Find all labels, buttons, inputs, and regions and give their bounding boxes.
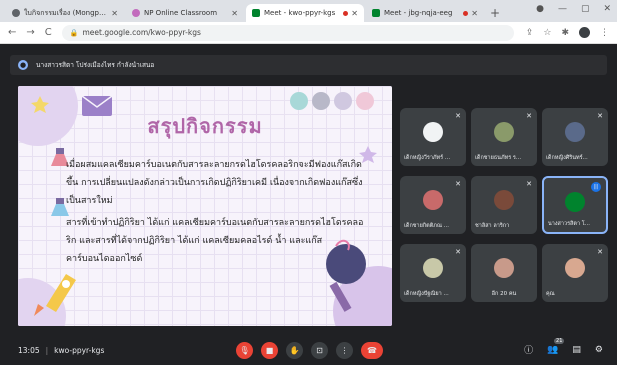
close-window-icon[interactable]: ✕ bbox=[603, 4, 611, 14]
browser-tab[interactable]: Meet - jbg-nqja-eeg ✕ bbox=[366, 4, 484, 22]
profile-avatar[interactable] bbox=[579, 27, 590, 38]
address-bar-row: ← → C 🔒 meet.google.com/kwo-ppyr-kgs ⇪ ☆… bbox=[0, 22, 617, 44]
browser-tab-active[interactable]: Meet - kwo-ppyr-kgs ✕ bbox=[246, 4, 364, 22]
mic-muted-icon: ✕ bbox=[455, 112, 461, 120]
slide-paragraph: เมื่อผสมแคลเซียมคาร์บอเนตกับสารละลายกรดไ… bbox=[66, 160, 363, 206]
menu-kebab-icon[interactable]: ⋮ bbox=[600, 28, 609, 38]
share-icon[interactable]: ⇪ bbox=[526, 28, 534, 38]
color-dots bbox=[290, 92, 374, 110]
close-tab-icon[interactable]: ✕ bbox=[471, 9, 478, 18]
leave-call-button[interactable]: ☎ bbox=[361, 342, 383, 359]
avatar bbox=[494, 122, 514, 142]
meeting-controls-bar: 13:05 | kwo-ppyr-kgs 🎙 ■ ✋ ⊡ ⋮ ☎ ⓘ 👥 21 ▤… bbox=[0, 336, 617, 365]
participant-tile-speaking[interactable]: ||| นางสาวรสิตา โ... bbox=[542, 176, 608, 234]
meeting-details-icon[interactable]: ⓘ bbox=[524, 343, 533, 356]
presented-slide: สรุปกิจกรรม เมื่อผสมแคลเซียมคาร์บอเนตกับ… bbox=[18, 86, 392, 326]
avatar bbox=[494, 258, 514, 278]
present-screen-button[interactable]: ⊡ bbox=[311, 342, 328, 359]
browser-tab[interactable]: ใบกิจกรรมเรื่อง (Mongpai School) ✕ bbox=[6, 4, 124, 22]
slide-title: สรุปกิจกรรม bbox=[147, 114, 263, 138]
more-options-button[interactable]: ⋮ bbox=[336, 342, 353, 359]
dot-decoration bbox=[356, 92, 374, 110]
toolbar-icons: ⇪ ☆ ✱ ⋮ bbox=[526, 27, 609, 38]
audio-level-icon: ||| bbox=[591, 182, 601, 192]
url-field[interactable]: 🔒 meet.google.com/kwo-ppyr-kgs bbox=[61, 24, 514, 41]
avatar bbox=[494, 190, 514, 210]
mic-muted-icon: ✕ bbox=[526, 112, 532, 120]
close-tab-icon[interactable]: ✕ bbox=[351, 9, 358, 18]
recording-icon bbox=[463, 10, 469, 16]
browser-tab[interactable]: NP Online Classroom ✕ bbox=[126, 4, 244, 22]
window-controls: ● — ▢ ✕ bbox=[536, 4, 611, 14]
others-tile[interactable]: อีก 20 คน bbox=[471, 244, 537, 302]
browser-tab-strip: ใบกิจกรรมเรื่อง (Mongpai School) ✕ NP On… bbox=[0, 0, 617, 22]
avatar bbox=[565, 122, 585, 142]
dot-decoration bbox=[334, 92, 352, 110]
person-icon: ● bbox=[18, 60, 28, 70]
avatar bbox=[423, 258, 443, 278]
avatar bbox=[565, 258, 585, 278]
dot-decoration bbox=[290, 92, 308, 110]
close-tab-icon[interactable]: ✕ bbox=[231, 9, 238, 18]
camera-off-button[interactable]: ■ bbox=[261, 342, 278, 359]
dot-decoration bbox=[312, 92, 330, 110]
meet-favicon-icon bbox=[372, 9, 380, 17]
slide-paragraph: สารที่เข้าทำปฏิกิริยา ได้แก่ แคลเซียมคาร… bbox=[66, 218, 364, 264]
chat-icon[interactable]: ▤ bbox=[572, 345, 581, 355]
maximize-icon[interactable]: ▢ bbox=[581, 4, 590, 14]
call-controls: 🎙 ■ ✋ ⊡ ⋮ ☎ bbox=[236, 342, 383, 359]
extensions-icon[interactable]: ✱ bbox=[561, 28, 569, 38]
minimize-icon[interactable]: — bbox=[558, 4, 567, 14]
participant-tile[interactable]: ✕ เด็กชายธนภัทร ร... bbox=[471, 108, 537, 166]
mic-off-button[interactable]: 🎙 bbox=[236, 342, 253, 359]
avatar bbox=[423, 190, 443, 210]
participant-tile[interactable]: ✕ ชาลิสา ลาริกา bbox=[471, 176, 537, 234]
back-icon[interactable]: ← bbox=[8, 27, 16, 38]
tab-search-icon[interactable]: ● bbox=[536, 4, 544, 14]
self-tile[interactable]: ✕ คุณ bbox=[542, 244, 608, 302]
slide-body: เมื่อผสมแคลเซียมคาร์บอเนตกับสารละลายกรดไ… bbox=[66, 156, 368, 272]
mic-muted-icon: ✕ bbox=[526, 180, 532, 188]
raise-hand-button[interactable]: ✋ bbox=[286, 342, 303, 359]
meeting-time: 13:05 bbox=[18, 346, 40, 355]
close-tab-icon[interactable]: ✕ bbox=[111, 9, 118, 18]
favicon-icon bbox=[12, 9, 20, 17]
new-tab-button[interactable]: + bbox=[490, 4, 500, 22]
participant-tile[interactable]: ✕ เด็กชายกิตติภณ ... bbox=[400, 176, 466, 234]
participant-tile[interactable]: ✕ เด็กหญิงวีราภัทร์ ... bbox=[400, 108, 466, 166]
forward-icon[interactable]: → bbox=[26, 27, 34, 38]
bookmark-star-icon[interactable]: ☆ bbox=[543, 28, 551, 38]
meet-favicon-icon bbox=[252, 9, 260, 17]
favicon-icon bbox=[132, 9, 140, 17]
meeting-code: kwo-ppyr-kgs bbox=[54, 346, 105, 355]
activities-icon[interactable]: ⚙ bbox=[595, 345, 603, 355]
reload-icon[interactable]: C bbox=[45, 27, 52, 38]
mic-muted-icon: ✕ bbox=[597, 248, 603, 256]
participant-count-badge: 21 bbox=[554, 337, 565, 344]
side-panel-controls: ⓘ 👥 21 ▤ ⚙ bbox=[524, 337, 603, 356]
mic-muted-icon: ✕ bbox=[597, 112, 603, 120]
mic-muted-icon: ✕ bbox=[455, 248, 461, 256]
avatar bbox=[423, 122, 443, 142]
recording-icon bbox=[343, 10, 349, 16]
meeting-info: 13:05 | kwo-ppyr-kgs bbox=[18, 346, 105, 355]
avatar bbox=[565, 192, 585, 212]
participant-tile[interactable]: ✕ เด็กหญิงปัฐณิยา ... bbox=[400, 244, 466, 302]
presenting-banner: ● นางสาวรสิตา โปร่งเมืองไทร กำลังนำเสนอ bbox=[10, 55, 607, 75]
lock-icon: 🔒 bbox=[69, 28, 79, 37]
mic-muted-icon: ✕ bbox=[455, 180, 461, 188]
people-button[interactable]: 👥 21 bbox=[547, 337, 565, 355]
participant-tile[interactable]: ✕ เด็กหญิงศิรินทร์... bbox=[542, 108, 608, 166]
